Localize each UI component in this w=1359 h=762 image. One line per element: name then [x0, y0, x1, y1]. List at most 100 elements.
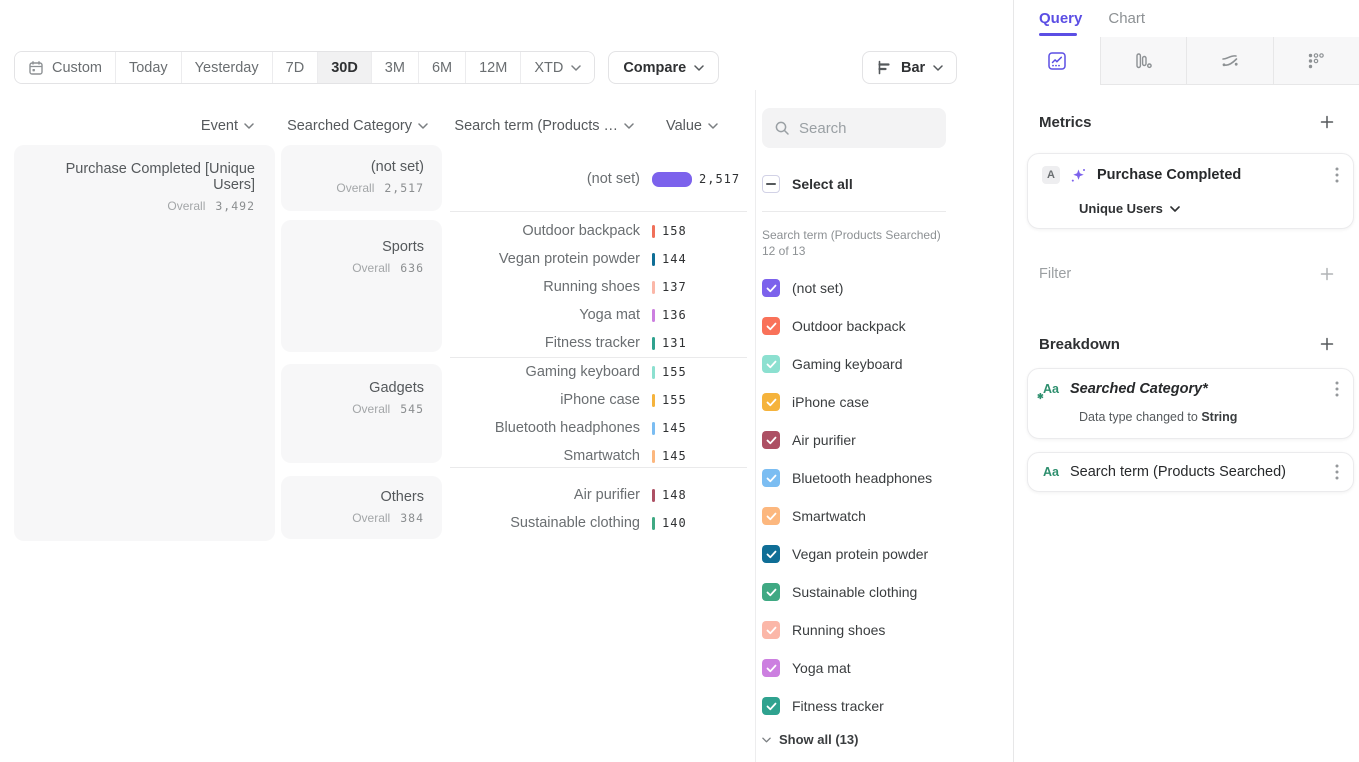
table-row[interactable]: Fitness tracker 131	[450, 329, 747, 357]
value-text: 145	[662, 449, 687, 463]
checkbox-checked[interactable]	[762, 697, 780, 715]
tab-flows[interactable]	[1186, 37, 1273, 85]
date-range-30d[interactable]: 30D	[317, 52, 371, 83]
tab-retention[interactable]	[1273, 37, 1359, 85]
filter-list-item[interactable]: Air purifier	[762, 430, 932, 450]
table-row[interactable]: Vegan protein powder 144	[450, 245, 747, 273]
table-row[interactable]: Outdoor backpack 158	[450, 217, 747, 245]
table-row[interactable]: Smartwatch 145	[450, 442, 747, 470]
search-term-label: Gaming keyboard	[450, 364, 640, 380]
date-range-label: Today	[129, 60, 168, 76]
filter-list-item[interactable]: Vegan protein powder	[762, 544, 932, 564]
filter-list-item[interactable]: Running shoes	[762, 620, 932, 640]
flows-icon	[1220, 51, 1240, 71]
search-input[interactable]	[799, 120, 934, 137]
table-row[interactable]: (not set) 2,517	[450, 165, 747, 193]
filter-list-item[interactable]: Bluetooth headphones	[762, 468, 932, 488]
value-bar	[652, 309, 655, 322]
category-name: Sports	[299, 239, 424, 255]
date-range-12m[interactable]: 12M	[465, 52, 520, 83]
search-term-label: (not set)	[450, 171, 640, 187]
compare-button[interactable]: Compare	[608, 51, 719, 84]
select-all-row[interactable]: Select all	[762, 174, 853, 194]
checkbox-checked[interactable]	[762, 545, 780, 563]
search-term-label: Bluetooth headphones	[450, 420, 640, 436]
filter-list-item[interactable]: iPhone case	[762, 392, 932, 412]
category-cell-not-set[interactable]: (not set) Overall2,517	[281, 145, 442, 211]
filter-item-label: Air purifier	[792, 432, 856, 448]
filter-list-item[interactable]: Smartwatch	[762, 506, 932, 526]
metric-card[interactable]: A Purchase Completed Unique Users	[1027, 153, 1354, 229]
chevron-down-icon	[418, 123, 428, 129]
overall-value: 545	[400, 402, 424, 416]
kebab-menu-icon[interactable]	[1335, 381, 1339, 397]
table-row[interactable]: Yoga mat 136	[450, 301, 747, 329]
column-header-searched-category[interactable]: Searched Category	[281, 117, 428, 135]
overall-value: 2,517	[384, 181, 424, 195]
date-range-yesterday[interactable]: Yesterday	[181, 52, 272, 83]
checkbox-indeterminate[interactable]	[762, 175, 780, 193]
chevron-down-icon	[571, 65, 581, 71]
chevron-down-icon	[762, 737, 771, 743]
breakdown-card-search-term[interactable]: Aa Search term (Products Searched)	[1027, 452, 1354, 492]
filter-item-label: (not set)	[792, 280, 843, 296]
add-breakdown-button[interactable]	[1319, 336, 1335, 352]
table-row[interactable]: Sustainable clothing 140	[450, 509, 747, 537]
aggregation-selector[interactable]: Unique Users	[1079, 201, 1180, 216]
value-bar	[652, 172, 692, 187]
checkbox-checked[interactable]	[762, 279, 780, 297]
table-row[interactable]: Running shoes 137	[450, 273, 747, 301]
category-cell-gadgets[interactable]: Gadgets Overall545	[281, 364, 442, 463]
date-range-label: 30D	[331, 60, 358, 76]
checkbox-checked[interactable]	[762, 317, 780, 335]
table-row[interactable]: iPhone case 155	[450, 386, 747, 414]
checkbox-checked[interactable]	[762, 469, 780, 487]
breakdown-heading: Breakdown	[1039, 336, 1120, 353]
date-range-today[interactable]: Today	[115, 52, 181, 83]
date-range-3m[interactable]: 3M	[371, 52, 418, 83]
search-box[interactable]	[762, 108, 946, 148]
category-name: Gadgets	[299, 380, 424, 396]
date-range-7d[interactable]: 7D	[272, 52, 318, 83]
column-header-event[interactable]: Event	[14, 117, 254, 135]
checkbox-checked[interactable]	[762, 431, 780, 449]
kebab-menu-icon[interactable]	[1335, 464, 1339, 480]
filter-list-item[interactable]: Fitness tracker	[762, 696, 932, 716]
date-range-6m[interactable]: 6M	[418, 52, 465, 83]
breakdown-card-searched-category[interactable]: Aa✱ Searched Category* Data type changed…	[1027, 368, 1354, 439]
add-filter-button[interactable]	[1319, 266, 1335, 282]
chevron-down-icon	[1170, 206, 1180, 212]
tab-insights[interactable]	[1014, 37, 1100, 85]
row-group-divider	[450, 211, 747, 212]
checkbox-checked[interactable]	[762, 659, 780, 677]
checkbox-checked[interactable]	[762, 583, 780, 601]
chart-type-selector[interactable]: Bar	[862, 51, 957, 84]
tab-query[interactable]: Query	[1039, 10, 1082, 27]
column-header-value[interactable]: Value	[650, 117, 718, 135]
column-header-label: Value	[666, 118, 702, 134]
table-row[interactable]: Bluetooth headphones 145	[450, 414, 747, 442]
filter-list-item[interactable]: Sustainable clothing	[762, 582, 932, 602]
date-range-xtd[interactable]: XTD	[520, 52, 594, 83]
checkbox-checked[interactable]	[762, 621, 780, 639]
tab-chart[interactable]: Chart	[1108, 10, 1145, 27]
add-metric-button[interactable]	[1319, 114, 1335, 130]
show-all-button[interactable]: Show all (13)	[762, 732, 858, 747]
filter-list-item[interactable]: Yoga mat	[762, 658, 932, 678]
kebab-menu-icon[interactable]	[1335, 167, 1339, 183]
date-range-custom[interactable]: Custom	[15, 52, 115, 83]
filter-list-item[interactable]: Gaming keyboard	[762, 354, 932, 374]
checkbox-checked[interactable]	[762, 393, 780, 411]
table-row[interactable]: Air purifier 148	[450, 481, 747, 509]
category-cell-others[interactable]: Others Overall384	[281, 476, 442, 539]
event-cell[interactable]: Purchase Completed [Unique Users] Overal…	[14, 145, 275, 541]
checkbox-checked[interactable]	[762, 507, 780, 525]
filter-list-item[interactable]: Outdoor backpack	[762, 316, 932, 336]
breakdown-property-name: Searched Category*	[1070, 381, 1325, 397]
table-row[interactable]: Gaming keyboard 155	[450, 358, 747, 386]
filter-list-item[interactable]: (not set)	[762, 278, 932, 298]
category-cell-sports[interactable]: Sports Overall636	[281, 220, 442, 352]
tab-funnels[interactable]	[1100, 37, 1187, 85]
checkbox-checked[interactable]	[762, 355, 780, 373]
column-header-search-term[interactable]: Search term (Products …	[450, 117, 634, 135]
